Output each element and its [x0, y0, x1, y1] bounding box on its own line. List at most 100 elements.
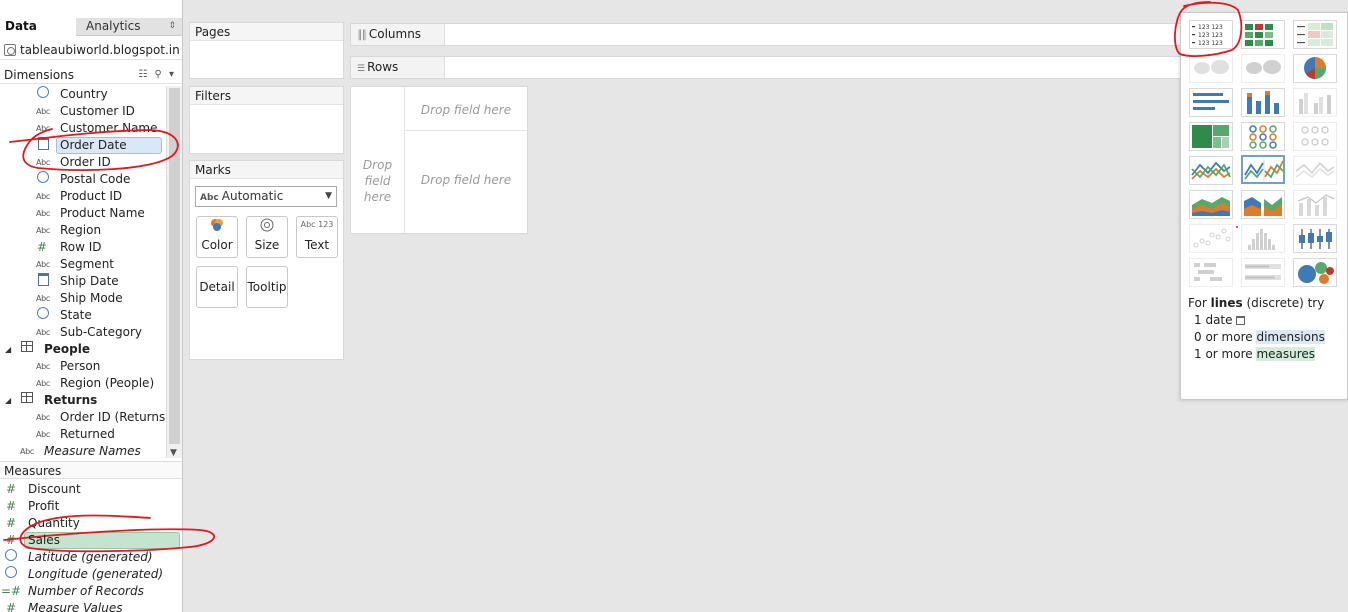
dual-lines-icon — [1295, 161, 1335, 178]
box-whisker-icon — [1299, 229, 1332, 249]
drop-zone-view[interactable]: Drop field here — [405, 173, 527, 187]
tab-analytics[interactable]: Analytics ⇕ — [76, 18, 182, 36]
continuous-lines-icon — [1191, 161, 1231, 180]
data-source[interactable]: tableaubiworld.blogspot.in — [0, 40, 182, 60]
filters-card[interactable]: Filters — [189, 86, 344, 154]
hint-chart-type: lines — [1210, 296, 1243, 310]
field-label: Profit — [28, 499, 60, 513]
abc-icon: Abc — [35, 107, 51, 116]
list-item[interactable]: Country — [0, 86, 166, 103]
chart-type-symbol-map[interactable] — [1189, 54, 1233, 83]
chart-type-treemap[interactable] — [1189, 122, 1233, 151]
color-button[interactable]: Color — [196, 216, 238, 258]
expand-triangle-icon[interactable]: ◢ — [5, 392, 11, 409]
color-palette-icon — [197, 217, 237, 237]
chart-type-packed-bubbles[interactable] — [1293, 258, 1337, 287]
chart-type-discrete-lines[interactable] — [1241, 155, 1285, 184]
chart-type-text-table[interactable]: 123 123 123 123 123 123 — [1189, 20, 1233, 49]
list-item[interactable]: # Profit — [0, 498, 182, 515]
collapse-icon[interactable]: ⇕ — [168, 18, 176, 35]
globe-icon — [1, 566, 21, 584]
list-item[interactable]: Abc Product ID — [0, 188, 166, 205]
chart-type-side-by-side-circles[interactable] — [1293, 122, 1337, 151]
list-item[interactable]: Abc Region (People) — [0, 375, 166, 392]
folder-returns[interactable]: ◢ Returns — [0, 392, 166, 409]
text-button[interactable]: Abc 123 Text — [296, 216, 338, 258]
field-label: Discount — [28, 482, 81, 496]
folder-people[interactable]: ◢ People — [0, 341, 166, 358]
list-item[interactable]: Abc Sub-Category — [0, 324, 166, 341]
list-item[interactable]: Ship Date — [0, 273, 166, 290]
packed-bubbles-icon — [1298, 262, 1334, 284]
drop-zone-rows[interactable]: Drop field here — [355, 157, 400, 205]
pie-chart-icon — [1304, 57, 1326, 79]
list-item[interactable]: Abc Customer Name — [0, 120, 166, 137]
drop-zone-columns[interactable]: Drop field here — [405, 103, 527, 117]
tooltip-button[interactable]: Tooltip — [246, 266, 288, 308]
field-label: Order ID (Returns) — [60, 410, 166, 424]
list-item[interactable]: Abc Returned — [0, 426, 166, 443]
chart-type-continuous-lines[interactable] — [1189, 156, 1233, 185]
list-item[interactable]: Abc Region — [0, 222, 166, 239]
list-item[interactable]: Abc Person — [0, 358, 166, 375]
columns-icon: ║║ — [357, 31, 367, 41]
list-item[interactable]: # Row ID — [0, 239, 166, 256]
chart-type-heat-map[interactable] — [1241, 20, 1285, 49]
list-item[interactable]: Longitude (generated) — [0, 566, 182, 583]
list-item[interactable]: # Quantity — [0, 515, 182, 532]
abc-icon: Abc — [200, 193, 219, 203]
chart-type-histogram[interactable] — [1241, 224, 1285, 253]
chart-type-dual-lines[interactable] — [1293, 156, 1337, 185]
chart-type-bullet-graph[interactable] — [1241, 258, 1285, 287]
list-item[interactable]: # Discount — [0, 481, 182, 498]
list-item[interactable]: =# Number of Records — [0, 583, 182, 600]
expand-triangle-icon[interactable]: ◢ — [5, 341, 11, 358]
field-label: Ship Mode — [60, 291, 123, 305]
list-item-measure-names[interactable]: Abc Measure Names — [0, 443, 166, 458]
measures-list: # Discount # Profit # Quantity # Sales Latit… — [0, 481, 182, 612]
chart-type-highlight-table[interactable] — [1293, 20, 1337, 49]
list-item[interactable]: State — [0, 307, 166, 324]
dimensions-tools[interactable]: ☷ ⚲ ▾ — [138, 67, 176, 83]
chart-type-pie[interactable] — [1293, 54, 1337, 83]
tooltip-button-label: Tooltip — [247, 280, 287, 294]
chart-type-stacked-bars[interactable] — [1241, 88, 1285, 117]
list-item[interactable]: Postal Code — [0, 171, 166, 188]
text-table-icon: 123 123123 123123 123 — [1192, 24, 1223, 47]
table-icon — [17, 341, 37, 358]
detail-button[interactable]: Detail — [196, 266, 238, 308]
tab-data[interactable]: Data — [0, 18, 76, 36]
view-canvas[interactable]: Drop field here Drop field here Drop fie… — [350, 86, 528, 234]
mark-type-dropdown[interactable]: Abc Automatic ▼ — [195, 186, 337, 207]
list-item[interactable]: Abc Segment — [0, 256, 166, 273]
dimensions-scrollbar[interactable]: ▼ — [166, 86, 182, 458]
list-item[interactable]: Abc Order ID — [0, 154, 166, 171]
chart-type-gantt[interactable] — [1189, 258, 1233, 287]
chart-type-area-discrete[interactable] — [1241, 190, 1285, 219]
list-item-order-date[interactable]: Order Date — [0, 137, 166, 154]
scrollbar-thumb[interactable] — [169, 88, 180, 444]
chart-type-side-by-side-bars[interactable] — [1293, 88, 1337, 117]
list-item[interactable]: Abc Ship Mode — [0, 290, 166, 307]
field-label: Order ID — [60, 155, 111, 169]
hash-icon: # — [5, 601, 17, 612]
chart-type-horizontal-bars[interactable] — [1189, 88, 1233, 117]
list-item[interactable]: # Measure Values — [0, 600, 182, 612]
dual-combination-icon — [1297, 194, 1335, 216]
chart-type-circle-views[interactable] — [1241, 122, 1285, 151]
scroll-down-icon[interactable]: ▼ — [170, 448, 177, 458]
chart-type-filled-map[interactable] — [1241, 54, 1285, 83]
list-item[interactable]: Abc Customer ID — [0, 103, 166, 120]
chart-type-box-whisker[interactable] — [1293, 224, 1337, 253]
highlight-table-icon — [1297, 23, 1333, 46]
list-item[interactable]: Abc Order ID (Returns) — [0, 409, 166, 426]
list-item[interactable]: Abc Product Name — [0, 205, 166, 222]
list-item[interactable]: Latitude (generated) — [0, 549, 182, 566]
list-item-sales[interactable]: # Sales — [0, 532, 182, 549]
histogram-icon — [1248, 229, 1275, 250]
pages-card[interactable]: Pages — [189, 22, 344, 79]
size-button[interactable]: Size — [246, 216, 288, 258]
chart-type-area-continuous[interactable] — [1189, 190, 1233, 219]
chart-type-scatter-plot[interactable] — [1189, 224, 1233, 253]
chart-type-dual-combination[interactable] — [1293, 190, 1337, 219]
